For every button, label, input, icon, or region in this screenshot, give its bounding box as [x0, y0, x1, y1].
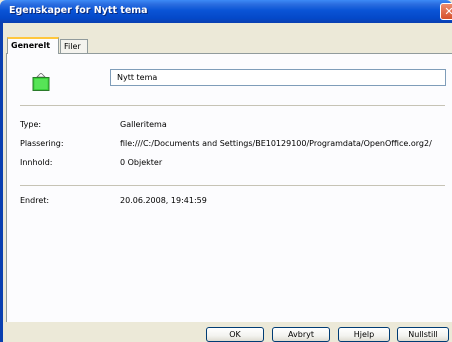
cancel-button[interactable]: Avbryt	[272, 327, 330, 342]
ok-button[interactable]: OK	[206, 327, 264, 342]
tab-files-label: Filer	[64, 42, 81, 51]
window-title: Egenskaper for Nytt tema	[9, 5, 148, 16]
close-button[interactable]: ✕	[440, 3, 452, 20]
general-panel	[6, 53, 452, 323]
location-value: file:///C:/Documents and Settings/BE1012…	[120, 139, 432, 148]
type-value: Galleritema	[120, 120, 167, 129]
help-button[interactable]: Hjelp	[338, 327, 390, 342]
modified-label: Endret:	[20, 196, 50, 205]
contents-label: Innhold:	[20, 158, 53, 167]
window-border	[0, 23, 3, 342]
contents-value: 0 Objekter	[120, 158, 163, 167]
separator	[20, 185, 445, 186]
properties-dialog: Egenskaper for Nytt tema ✕ Generelt File…	[0, 0, 452, 342]
location-label: Plassering:	[20, 139, 64, 148]
tab-general[interactable]: Generelt	[7, 37, 59, 54]
theme-icon	[32, 73, 50, 91]
title-bar[interactable]: Egenskaper for Nytt tema ✕	[0, 0, 452, 23]
modified-value: 20.06.2008, 19:41:59	[120, 196, 207, 205]
close-icon: ✕	[444, 5, 452, 18]
theme-name-input[interactable]	[110, 69, 446, 86]
reset-button[interactable]: Nullstill	[397, 327, 449, 342]
type-label: Type:	[20, 120, 42, 129]
tab-files[interactable]: Filer	[60, 39, 88, 53]
separator	[20, 105, 445, 106]
tab-general-label: Generelt	[11, 41, 51, 50]
